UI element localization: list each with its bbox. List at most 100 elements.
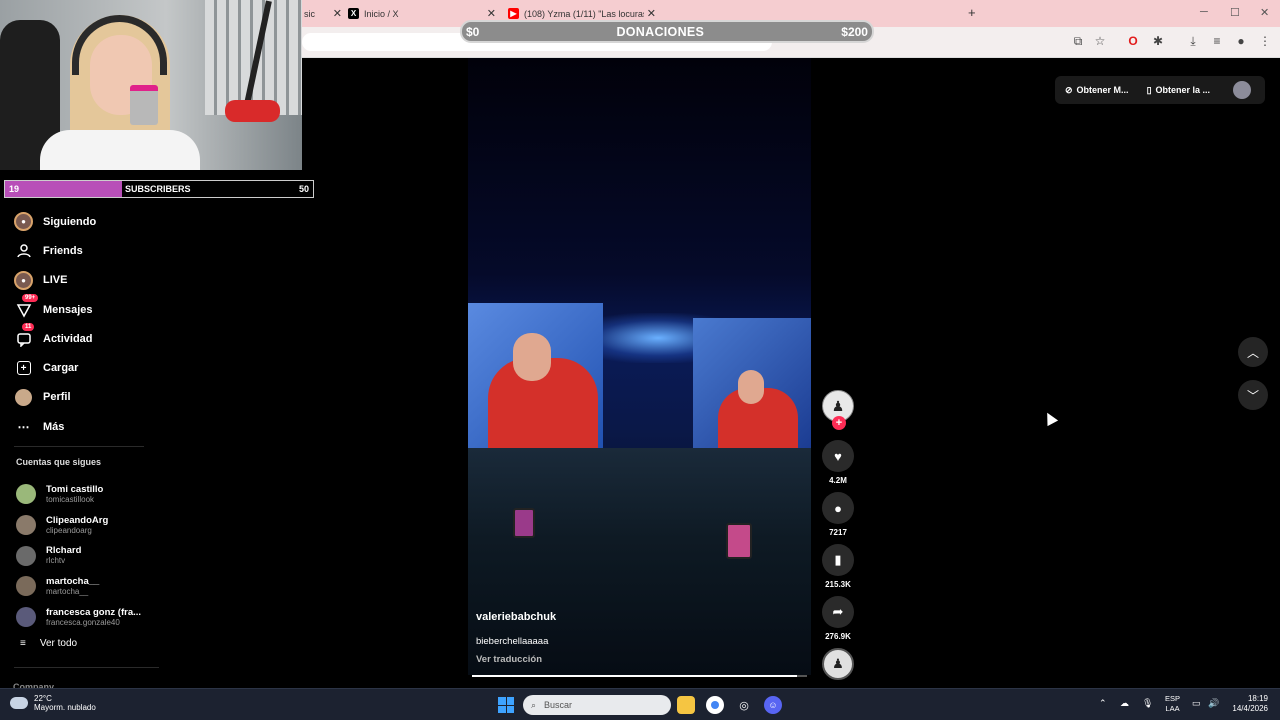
discord-icon[interactable]: ☺ <box>764 696 782 714</box>
following-item[interactable]: Rlchard rlchtv <box>16 540 166 571</box>
subscriber-goal-fill <box>5 181 123 197</box>
like-button[interactable]: ♥ <box>822 440 854 472</box>
avatar <box>16 576 36 597</box>
video-description: bieberchellaaaaa <box>476 636 549 647</box>
window-close-icon[interactable]: ✕ <box>1260 6 1269 19</box>
tray-chevron-icon[interactable]: ⌃ <box>1099 698 1107 709</box>
sidebar-item-live[interactable]: ● LIVE <box>14 266 154 295</box>
chevron-down-icon: ﹀ <box>1246 388 1259 403</box>
user-avatar[interactable] <box>1233 81 1251 99</box>
chrome-icon[interactable] <box>706 696 724 714</box>
monitor-icon[interactable]: ▭ <box>1192 698 1201 709</box>
subscriber-count: 19 <box>9 184 20 194</box>
sidebar-item-friends[interactable]: Friends <box>14 236 154 265</box>
get-app-mobile-button[interactable]: ▯ Obtener la ... <box>1137 85 1218 96</box>
close-icon[interactable]: ✕ <box>647 7 656 20</box>
extensions-icon[interactable]: ✱ <box>1150 33 1166 49</box>
opera-icon[interactable]: O <box>1125 33 1141 49</box>
sidebar-item-perfil[interactable]: Perfil <box>14 383 154 412</box>
following-item[interactable]: Tomi castillo tomicastillook <box>16 479 166 510</box>
tab-label: Inicio / X <box>364 8 399 19</box>
friends-icon <box>14 241 33 260</box>
x-logo-icon: X <box>348 8 359 19</box>
sidebar-divider <box>14 446 144 447</box>
get-app-button[interactable]: ⊘ Obtener M... <box>1055 85 1137 96</box>
sidebar-item-actividad[interactable]: 11 Actividad <box>14 323 154 353</box>
windows-start-icon[interactable] <box>498 697 514 713</box>
taskbar: 22°C Mayorm. nublado ⌕ Buscar ◎ ☺ ⌃ ☁ 🎙 … <box>0 688 1280 720</box>
lang-code: ESP <box>1165 694 1181 703</box>
menu-icon[interactable]: ⋮ <box>1257 33 1273 49</box>
following-user: francesca.gonzale40 <box>46 617 120 627</box>
sidebar-item-label: LIVE <box>43 274 68 287</box>
language-indicator[interactable]: ESP LAA <box>1165 694 1180 714</box>
following-user: rlchtv <box>46 556 66 566</box>
star-icon[interactable]: ☆ <box>1092 33 1108 49</box>
sidebar-item-cargar[interactable]: + Cargar <box>14 353 154 382</box>
following-user: tomicastillook <box>46 494 95 504</box>
microphone-icon[interactable]: 🎙 <box>1142 698 1153 709</box>
sidebar-item-siguiendo[interactable]: ● Siguiendo <box>14 207 154 236</box>
following-item[interactable]: francesca gonz (fra... francesca.gonzale4… <box>16 602 166 633</box>
share-count: 276.9K <box>825 632 851 641</box>
live-icon: ● <box>14 270 33 290</box>
screen: sic ✕ X Inicio / X ✕ ▶ (108) Yzma (1/11)… <box>0 0 1280 720</box>
weather-desc: Mayorm. nublado <box>34 703 96 712</box>
video-progress-fill <box>472 675 797 677</box>
sidebar-item-label: Mensajes <box>43 303 93 316</box>
new-tab-icon[interactable]: + <box>968 5 976 20</box>
following-avatar-icon: ● <box>14 212 33 232</box>
crowd-phone <box>726 523 752 559</box>
video-progress[interactable] <box>472 675 807 677</box>
following-name: martocha__ <box>46 575 100 587</box>
obs-icon[interactable]: ◎ <box>735 696 753 714</box>
subscriber-goal-bar: 19 SUBSCRIBERS 50 <box>4 180 314 198</box>
close-icon[interactable]: ✕ <box>333 7 342 20</box>
following-item[interactable]: ClipeandoArg clipeandoarg <box>16 510 166 541</box>
messages-badge: 99+ <box>22 294 39 303</box>
weather-temp: 22°C <box>34 694 52 703</box>
comment-icon: ● <box>834 500 842 516</box>
minimize-icon[interactable]: ─ <box>1200 6 1208 18</box>
comment-button[interactable]: ● <box>822 492 854 524</box>
profile-avatar-icon[interactable]: ● <box>1233 33 1249 49</box>
bookmark-icon: ▮ <box>834 552 842 567</box>
weather-widget[interactable]: 22°C Mayorm. nublado <box>10 694 96 712</box>
following-item[interactable]: martocha__ martocha__ <box>16 571 166 602</box>
taskbar-search[interactable]: ⌕ Buscar <box>523 695 671 715</box>
sidebar-item-label: Siguiendo <box>43 215 97 228</box>
close-icon[interactable]: ✕ <box>487 7 496 20</box>
translate-link[interactable]: Ver traducción <box>476 654 542 665</box>
messages-icon: 99+ <box>14 294 39 319</box>
share-button[interactable]: ➦ <box>822 596 854 628</box>
volume-icon[interactable]: 🔊 <box>1208 698 1219 709</box>
tab-partial[interactable]: sic ✕ <box>302 4 342 23</box>
performer-right-head <box>738 370 764 404</box>
search-placeholder: Buscar <box>544 700 573 710</box>
crowd-phone <box>513 508 535 538</box>
download-icon[interactable]: ⤓ <box>1185 33 1201 49</box>
file-explorer-icon[interactable] <box>677 696 695 714</box>
next-video-button[interactable]: ﹀ <box>1238 380 1268 410</box>
coin-icon: ⊘ <box>1065 84 1073 95</box>
sidebar-item-mas[interactable]: ⋯ Más <box>14 412 154 441</box>
sidebar-item-mensajes[interactable]: 99+ Mensajes <box>14 294 154 324</box>
activity-icon: 11 <box>14 323 35 348</box>
system-clock[interactable]: 18:19 14/4/2026 <box>1226 694 1268 714</box>
sound-avatar[interactable]: ♟ <box>822 648 854 680</box>
sidebar-item-label: Cargar <box>43 362 79 375</box>
heart-icon: ♥ <box>834 448 842 464</box>
following-name: francesca gonz (fra... <box>46 606 142 618</box>
previous-video-button[interactable]: ︿ <box>1238 337 1268 367</box>
follow-plus-icon[interactable]: + <box>832 416 846 430</box>
see-all-link[interactable]: ≡ Ver todo <box>20 638 77 649</box>
maximize-icon[interactable]: ☐ <box>1230 6 1240 19</box>
donations-bar: $0 DONACIONES $200 <box>460 20 874 43</box>
video-player[interactable]: valeriebabchuk bieberchellaaaaa Ver trad… <box>468 58 811 675</box>
install-icon[interactable]: ⧉ <box>1070 33 1086 49</box>
video-username[interactable]: valeriebabchuk <box>476 611 556 623</box>
save-button[interactable]: ▮ <box>822 544 854 576</box>
tray-app-icon[interactable]: ☁ <box>1120 698 1129 709</box>
media-icon[interactable]: ≡ <box>1209 33 1225 49</box>
following-user: martocha__ <box>46 586 89 596</box>
